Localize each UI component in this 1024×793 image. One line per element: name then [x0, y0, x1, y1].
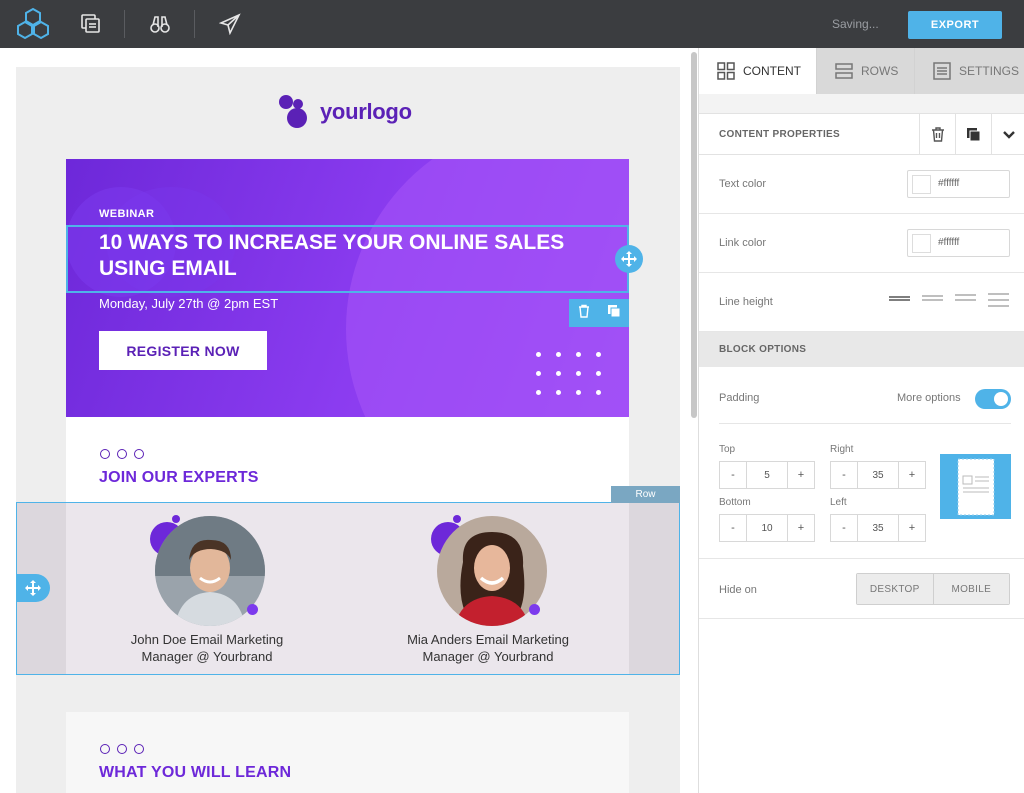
delete-content-icon[interactable] — [919, 114, 955, 155]
line-height-row: Line height — [699, 273, 1024, 332]
decorative-circles — [100, 744, 144, 754]
export-button[interactable]: EXPORT — [908, 11, 1002, 39]
decorative-dots — [536, 352, 606, 395]
tab-content[interactable]: CONTENT — [699, 48, 817, 94]
block-actions — [569, 299, 629, 327]
padding-left-decrement[interactable]: - — [831, 515, 857, 541]
expert-name-1: John Doe Email Marketing Manager @ Yourb… — [130, 632, 284, 664]
line-height-options — [889, 293, 1009, 307]
padding-label: Padding — [719, 392, 760, 404]
top-toolbar: Saving... EXPORT — [0, 0, 1024, 48]
hero-date: Monday, July 27th @ 2pm EST — [99, 296, 279, 311]
tab-settings[interactable]: SETTINGS — [915, 48, 1024, 94]
more-options-toggle[interactable] — [975, 389, 1011, 409]
decorative-dot — [247, 604, 258, 615]
send-icon[interactable] — [216, 10, 244, 38]
rows-icon — [835, 63, 853, 79]
padding-left-stepper[interactable]: - 35 + — [830, 514, 926, 542]
editor-canvas[interactable]: yourlogo WEBINAR 10 WAYS TO INCREASE YOU… — [0, 48, 698, 793]
padding-bottom-label: Bottom — [719, 497, 751, 508]
block-options-header: BLOCK OPTIONS — [699, 332, 1024, 367]
logo-text: yourlogo — [320, 99, 412, 124]
collapse-chevron-icon[interactable] — [991, 114, 1024, 155]
padding-top-label: Top — [719, 444, 736, 455]
settings-list-icon — [933, 62, 951, 80]
link-color-row: Link color #ffffff — [699, 214, 1024, 273]
experts-section-title[interactable]: JOIN OUR EXPERTS — [99, 469, 259, 487]
link-color-swatch[interactable] — [912, 234, 931, 253]
decorative-dot — [529, 604, 540, 615]
email-logo[interactable]: yourlogo — [278, 92, 412, 132]
hero-eyebrow: WEBINAR — [99, 208, 155, 220]
app-logo-icon — [16, 7, 50, 41]
move-row-handle-icon[interactable] — [16, 574, 50, 602]
duplicate-content-icon[interactable] — [955, 114, 991, 155]
hide-on-mobile-button[interactable]: MOBILE — [932, 574, 1009, 604]
tab-rows[interactable]: ROWS — [817, 48, 915, 94]
properties-panel: CONTENT ROWS SETTINGS CONTENT PROPERTIES… — [698, 48, 1024, 793]
decorative-dot — [172, 515, 180, 523]
text-color-row: Text color #ffffff — [699, 155, 1024, 214]
content-properties-header: CONTENT PROPERTIES — [699, 114, 1024, 155]
line-height-xloose-icon[interactable] — [988, 293, 1009, 307]
logo-mark-icon — [279, 95, 307, 128]
text-color-swatch[interactable] — [912, 175, 931, 194]
padding-bottom-stepper[interactable]: - 10 + — [719, 514, 815, 542]
padding-top-increment[interactable]: + — [788, 462, 814, 488]
canvas-scrollbar[interactable] — [691, 52, 697, 418]
padding-right-label: Right — [830, 444, 854, 455]
padding-preview-icon — [940, 454, 1011, 519]
hide-on-desktop-button[interactable]: DESKTOP — [857, 574, 933, 604]
templates-icon[interactable] — [77, 10, 105, 38]
register-now-button[interactable]: REGISTER NOW — [99, 331, 267, 370]
duplicate-block-icon[interactable] — [607, 304, 621, 323]
decorative-circles — [100, 449, 144, 459]
padding-left-increment[interactable]: + — [899, 515, 925, 541]
delete-block-icon[interactable] — [577, 304, 591, 323]
padding-right-stepper[interactable]: - 35 + — [830, 461, 926, 489]
grid-icon — [717, 62, 735, 80]
section-spacer — [66, 675, 629, 712]
more-options-label: More options — [897, 392, 961, 404]
panel-tabs: CONTENT ROWS SETTINGS — [699, 48, 1024, 94]
padding-top-decrement[interactable]: - — [720, 462, 746, 488]
content-properties-title: CONTENT PROPERTIES — [719, 129, 840, 140]
line-height-tight-icon[interactable] — [889, 293, 910, 305]
preview-binoculars-icon[interactable] — [146, 10, 174, 38]
hide-on-device-group: DESKTOP MOBILE — [856, 573, 1010, 605]
padding-bottom-increment[interactable]: + — [788, 515, 814, 541]
move-block-handle-icon[interactable] — [615, 245, 643, 273]
link-color-field[interactable]: #ffffff — [907, 229, 1010, 257]
decorative-dot — [453, 515, 461, 523]
selected-text-block[interactable] — [66, 225, 629, 293]
padding-right-increment[interactable]: + — [899, 462, 925, 488]
learn-section-title[interactable]: WHAT YOU WILL LEARN — [99, 764, 291, 782]
padding-top-stepper[interactable]: - 5 + — [719, 461, 815, 489]
padding-left-label: Left — [830, 497, 847, 508]
line-height-loose-icon[interactable] — [955, 293, 976, 305]
saving-status: Saving... — [832, 17, 879, 31]
line-height-normal-icon[interactable] — [922, 293, 943, 305]
hide-on-label: Hide on — [719, 584, 757, 596]
row-tag: Row — [611, 486, 680, 503]
padding-bottom-decrement[interactable]: - — [720, 515, 746, 541]
padding-right-decrement[interactable]: - — [831, 462, 857, 488]
expert-name-2: Mia Anders Email Marketing Manager @ You… — [407, 632, 569, 664]
text-color-field[interactable]: #ffffff — [907, 170, 1010, 198]
